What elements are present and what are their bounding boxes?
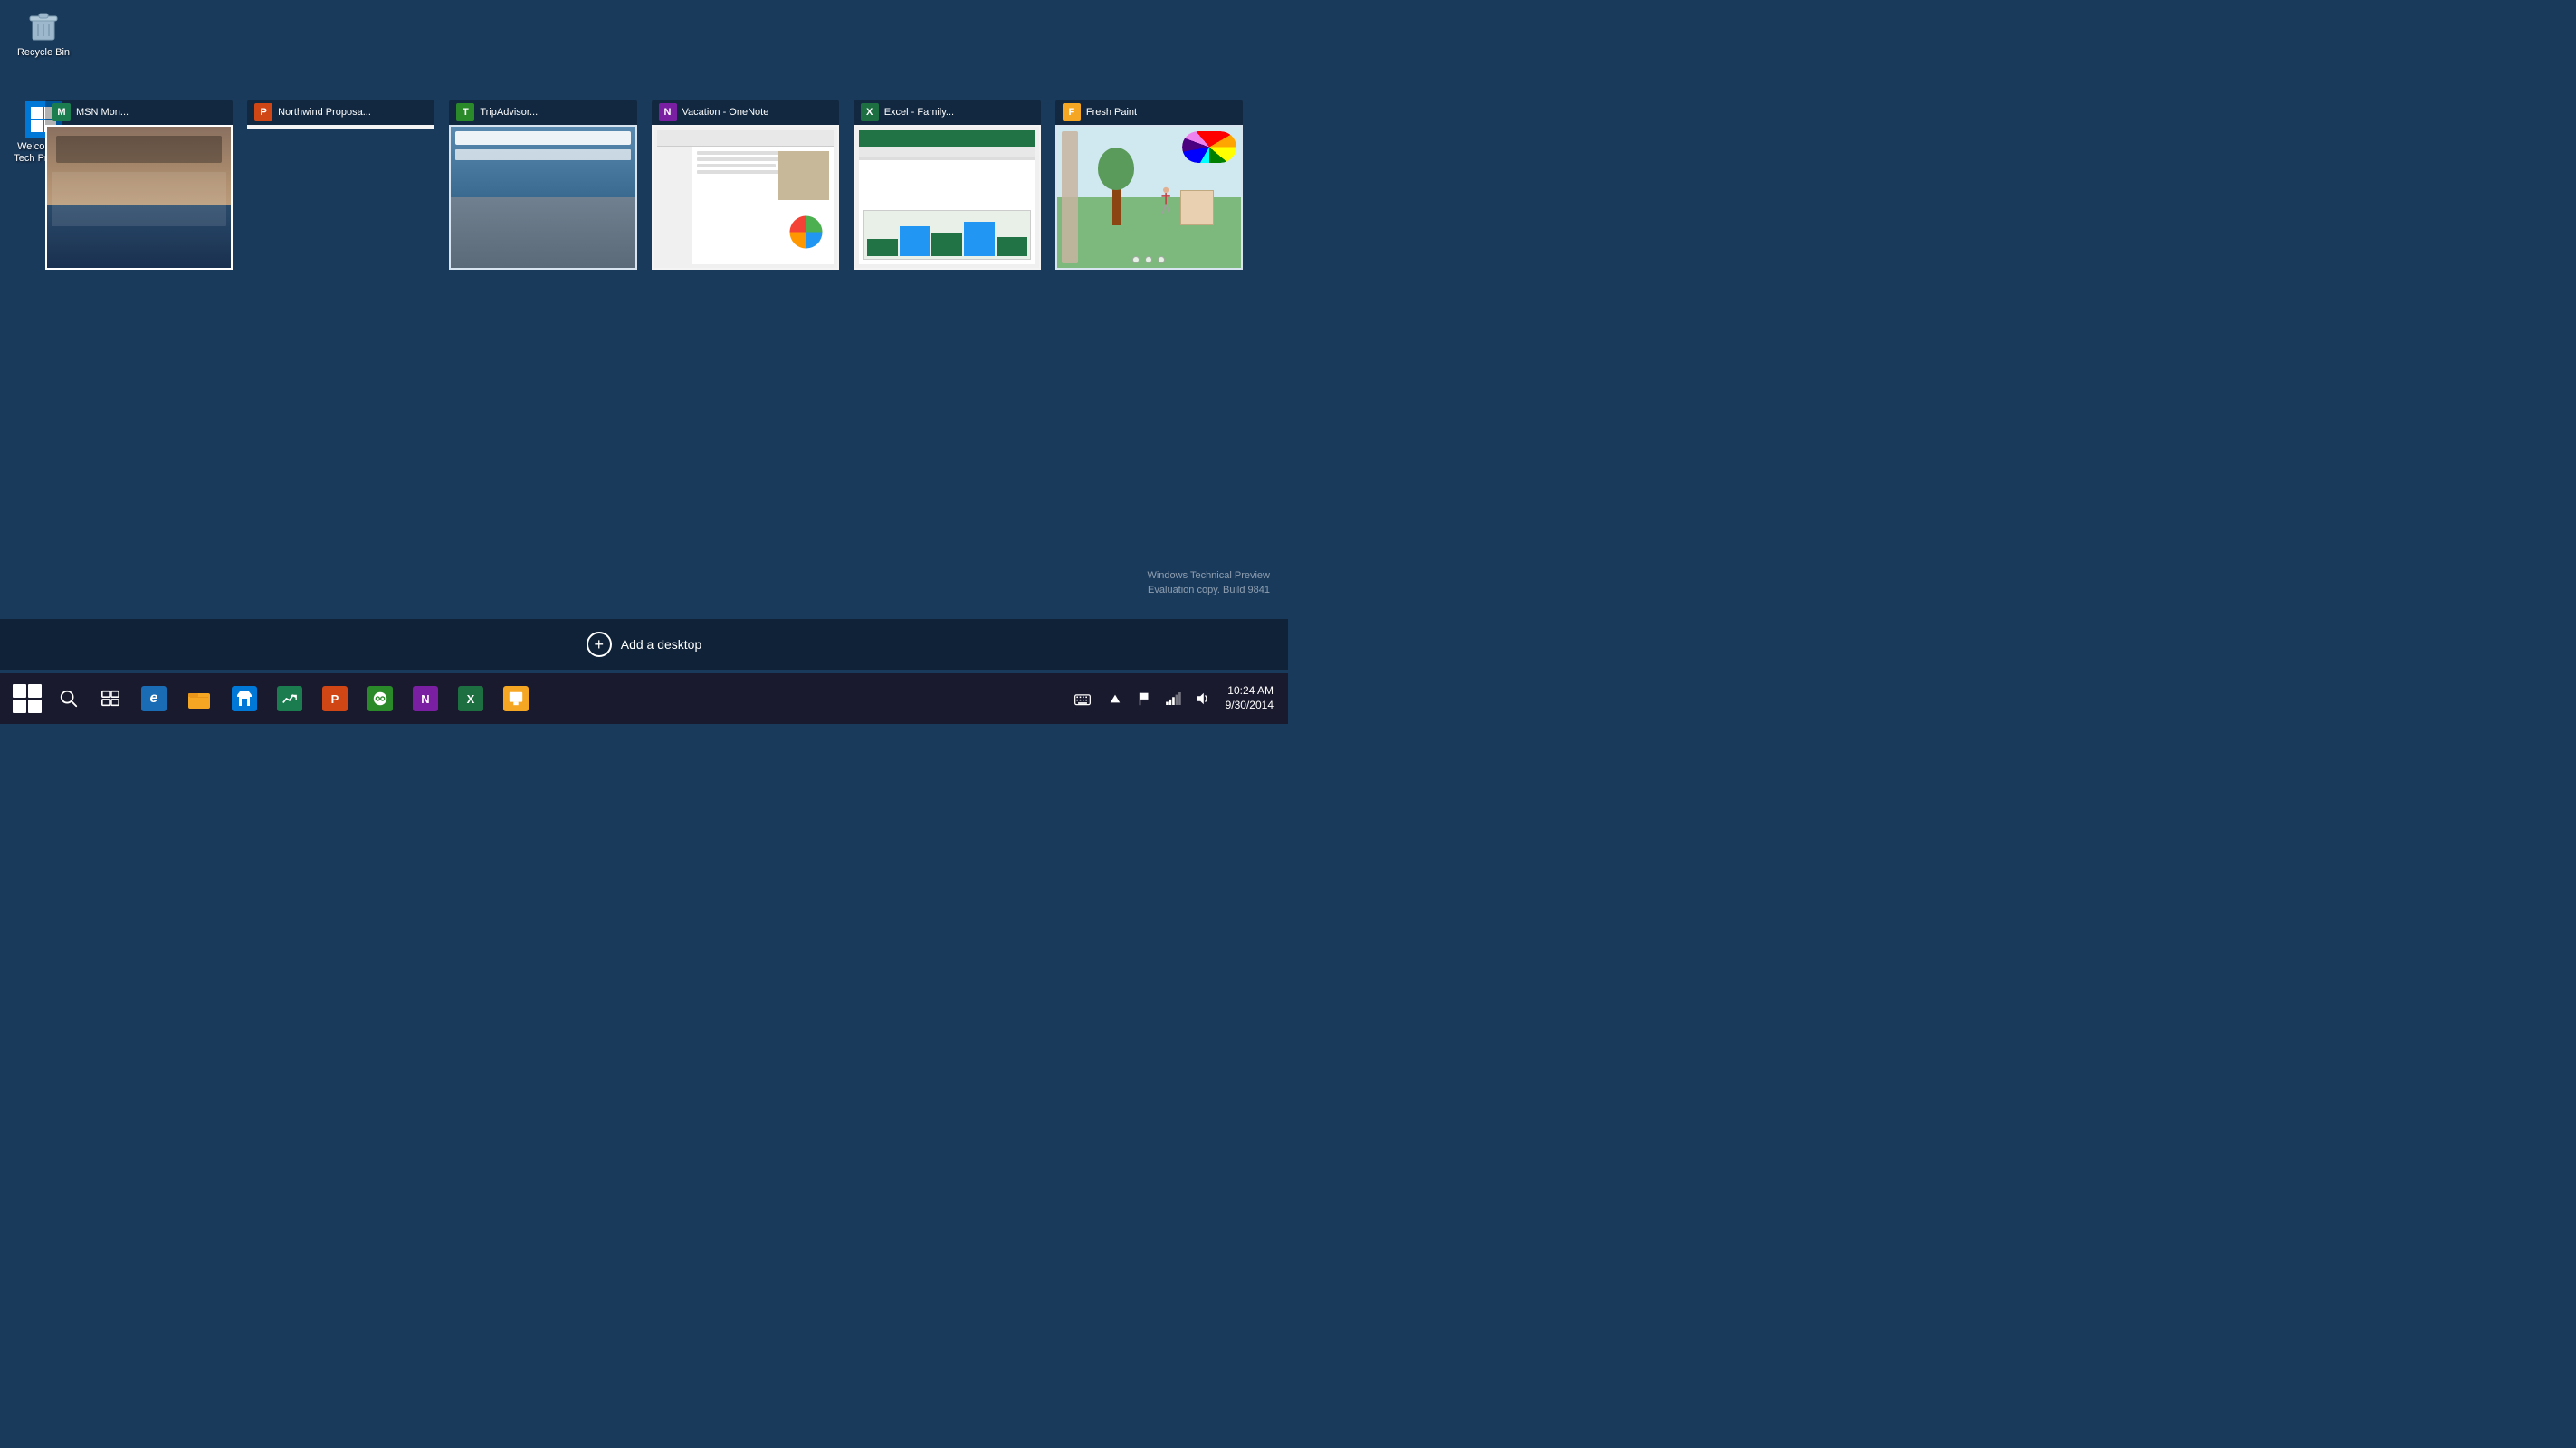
tripadvisor-app-icon: T (456, 103, 474, 121)
excel-tb-icon: X (458, 686, 483, 711)
watermark-line2: Evaluation copy. Build 9841 (1147, 584, 1270, 597)
taskbar-system-tray: 10:24 AM 9/30/2014 (1066, 679, 1281, 719)
task-view-icon (100, 689, 120, 709)
taskbar-onenote[interactable]: N (404, 677, 447, 720)
notifications-icon[interactable] (1102, 679, 1128, 719)
onenote-tb-icon: N (413, 686, 438, 711)
volume-icon[interactable] (1189, 679, 1215, 719)
northwind-title: Northwind Proposa... (278, 107, 427, 118)
msn-money-title: MSN Mon... (76, 107, 225, 118)
vacation-onenote-title: Vacation - OneNote (682, 107, 832, 118)
signal-icon[interactable] (1160, 679, 1186, 719)
search-button[interactable] (49, 679, 89, 719)
taskbar-date-display: 9/30/2014 (1226, 699, 1274, 713)
keyboard-icon[interactable] (1066, 679, 1099, 719)
fresh-paint-preview (1055, 125, 1243, 270)
excel-family-preview (854, 125, 1041, 270)
taskbar-tripadvisor[interactable] (358, 677, 402, 720)
northwind-app-icon: P (254, 103, 272, 121)
vacation-onenote-preview (652, 125, 839, 270)
desktop: Recycle Bin Welcome to Tech Preview M MS… (0, 0, 1288, 724)
task-item-vacation-onenote[interactable]: N Vacation - OneNote (652, 100, 839, 270)
freshpaint-tb-icon (503, 686, 529, 711)
windows-logo-icon (13, 684, 42, 713)
taskbar-freshpaint[interactable] (494, 677, 538, 720)
taskbar-powerpoint[interactable]: P (313, 677, 357, 720)
task-item-northwind[interactable]: P Northwind Proposa... (247, 100, 434, 129)
add-desktop-plus-icon: + (587, 632, 612, 657)
ie-icon: e (141, 686, 167, 711)
taskbar: e (0, 673, 1288, 724)
taskbar-time-display: 10:24 AM (1226, 684, 1274, 699)
flag-icon[interactable] (1131, 679, 1157, 719)
recycle-bin-svg (25, 7, 62, 43)
add-desktop-bar[interactable]: + Add a desktop (0, 619, 1288, 670)
tripadvisor-preview (449, 125, 636, 270)
taskbar-msn-money[interactable] (268, 677, 311, 720)
task-item-excel-family[interactable]: X Excel - Family... (854, 100, 1041, 270)
recycle-bin-label: Recycle Bin (17, 47, 70, 59)
excel-family-title: Excel - Family... (884, 107, 1034, 118)
task-view-button[interactable] (91, 679, 130, 719)
watermark: Windows Technical Preview Evaluation cop… (1147, 569, 1270, 597)
search-icon (59, 689, 79, 709)
task-item-fresh-paint[interactable]: F Fresh Paint (1055, 100, 1243, 270)
start-button[interactable] (7, 679, 47, 719)
tripadvisor-title: TripAdvisor... (480, 107, 629, 118)
taskbar-store[interactable] (223, 677, 266, 720)
northwind-preview (247, 125, 434, 129)
msn-money-tb-icon (277, 686, 302, 711)
store-icon (232, 686, 257, 711)
watermark-line1: Windows Technical Preview (1147, 569, 1270, 583)
recycle-bin-icon[interactable]: Recycle Bin (7, 7, 80, 59)
fresh-paint-title: Fresh Paint (1086, 107, 1236, 118)
task-switcher: M MSN Mon... P Northwind Proposa... (45, 100, 1243, 270)
taskbar-ie[interactable]: e (132, 677, 176, 720)
taskbar-excel[interactable]: X (449, 677, 492, 720)
excel-family-app-icon: X (861, 103, 879, 121)
task-item-tripadvisor[interactable]: T TripAdvisor... (449, 100, 636, 270)
trip-tb-icon (367, 686, 393, 711)
taskbar-clock[interactable]: 10:24 AM 9/30/2014 (1218, 684, 1281, 712)
msn-money-app-icon: M (52, 103, 71, 121)
taskbar-file-explorer[interactable] (177, 677, 221, 720)
file-explorer-icon (186, 686, 212, 711)
fresh-paint-app-icon: F (1063, 103, 1081, 121)
task-item-msn-money[interactable]: M MSN Mon... (45, 100, 233, 270)
ppt-tb-icon: P (322, 686, 348, 711)
msn-money-preview (45, 125, 233, 270)
add-desktop-label: Add a desktop (621, 637, 702, 652)
vacation-onenote-app-icon: N (659, 103, 677, 121)
